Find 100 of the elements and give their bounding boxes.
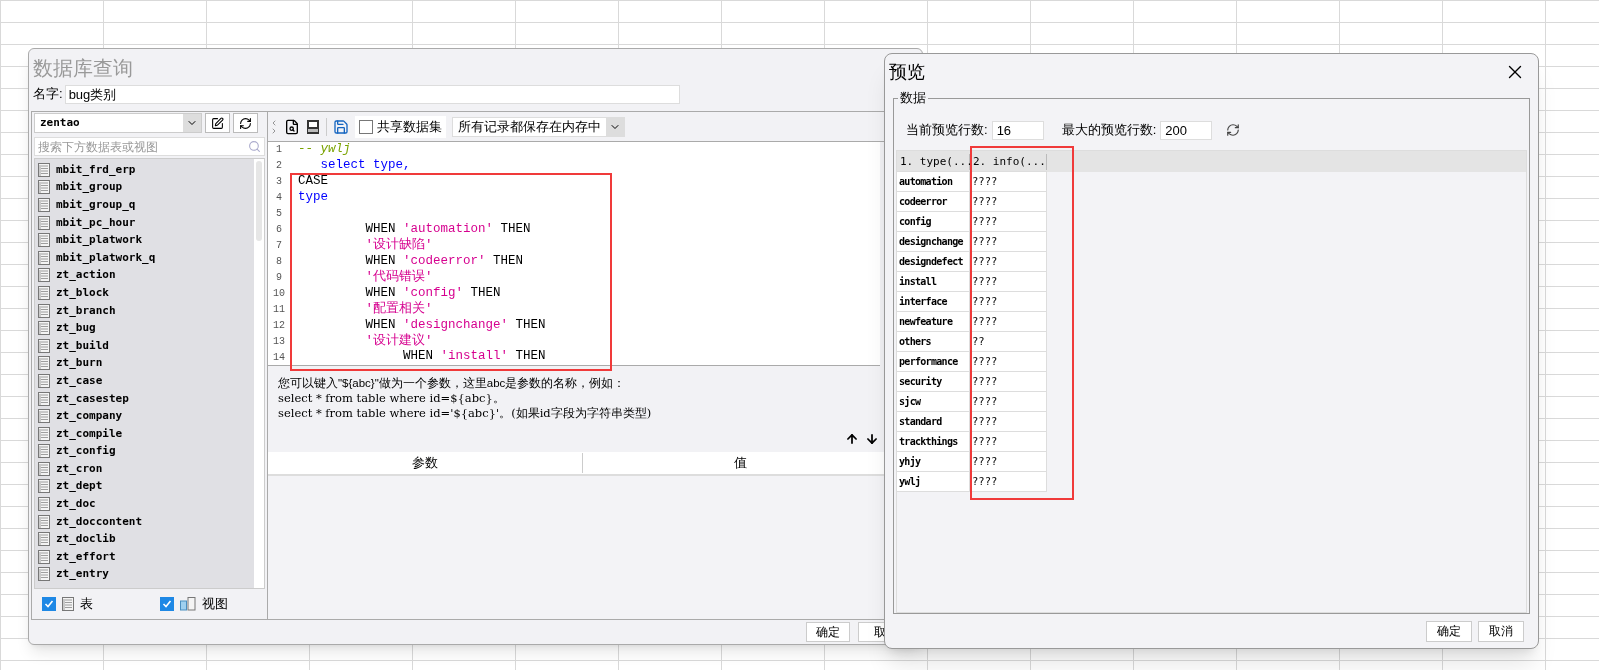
table-item[interactable]: zt_case	[56, 372, 103, 389]
edit-button[interactable]	[205, 113, 230, 133]
table-icon	[38, 532, 50, 547]
table-icon	[38, 514, 50, 529]
line-number: 9	[276, 271, 282, 285]
current-rows-field[interactable]: 16	[991, 120, 1044, 140]
table-item[interactable]: zt_compile	[56, 425, 123, 442]
line-number: 11	[273, 303, 285, 317]
table-item[interactable]: zt_block	[56, 284, 109, 301]
table-icon	[38, 444, 50, 459]
view-icon	[180, 597, 196, 611]
table-cell: install	[896, 271, 970, 292]
table-cell: newfeature	[896, 311, 970, 332]
code-line: CASE	[298, 175, 328, 189]
table-icon	[38, 479, 50, 494]
table-item[interactable]: mbit_frd_erp	[56, 161, 136, 178]
table-item[interactable]: zt_doccontent	[56, 513, 143, 530]
filter-checkbox[interactable]	[42, 597, 56, 611]
table-cell: sjcw	[896, 391, 970, 412]
table-item[interactable]: zt_doclib	[56, 531, 116, 548]
table-item[interactable]: zt_dept	[56, 478, 103, 495]
scroll-left-icon[interactable]	[270, 118, 278, 127]
table-icon	[38, 426, 50, 441]
move-up-icon[interactable]	[845, 432, 859, 446]
line-number: 14	[273, 351, 285, 365]
max-rows-field[interactable]: 200	[1160, 120, 1213, 140]
table-cell: designdefect	[896, 251, 970, 272]
name-label: 名字:	[33, 85, 63, 104]
table-icon	[38, 373, 50, 388]
refresh-icon	[239, 116, 252, 130]
code-editor[interactable]: 1 2 3 4 5 6 7 8 9 10 11 12 13 14 -- ywlj select type, CASE type WHEN 'automation' THEN '设计缺陷' WHEN 'codeerror' THEN '代码错误' WHEN 'config' THEN '配置相关' WHEN 'designchange' THEN '设计建议' WHEN 'install' THEN	[268, 142, 880, 366]
table-item[interactable]: zt_company	[56, 408, 123, 425]
table-icon	[38, 250, 50, 265]
line-number: 7	[276, 239, 282, 253]
sql-file-icon[interactable]	[306, 118, 320, 135]
table-item[interactable]: zt_entry	[56, 566, 109, 583]
group-label: 数据	[898, 90, 928, 106]
max-rows-label: 最大的预览行数:	[1061, 121, 1157, 140]
table-icon	[38, 285, 50, 300]
move-down-icon[interactable]	[865, 432, 879, 446]
ok-button[interactable]: 确定	[1426, 620, 1472, 642]
storage-dropdown[interactable]: 所有记录都保存在内存中	[452, 116, 625, 137]
table-icon	[38, 356, 50, 371]
table-cell: standard	[896, 411, 970, 432]
line-number: 6	[276, 223, 282, 237]
refresh-icon[interactable]	[1226, 123, 1241, 137]
table-icon	[38, 268, 50, 283]
code-line: WHEN 'automation' THEN	[364, 223, 531, 237]
scroll-right-icon[interactable]	[270, 126, 278, 135]
table-icon	[38, 567, 50, 582]
refresh-button[interactable]	[233, 113, 258, 133]
table-item[interactable]: zt_action	[56, 267, 116, 284]
window-title: 预览	[889, 60, 925, 84]
line-number: 4	[276, 191, 282, 205]
preview-icon[interactable]	[284, 118, 300, 135]
table-cell: trackthings	[896, 431, 970, 452]
search-field[interactable]: 搜索下方数据表或视图	[34, 137, 265, 156]
table-item[interactable]: zt_build	[56, 337, 109, 354]
table-item[interactable]: zt_burn	[56, 355, 103, 372]
table-icon	[38, 180, 50, 195]
table-cell: codeerror	[896, 191, 970, 212]
table-item[interactable]: mbit_group_q	[56, 197, 136, 213]
cancel-button[interactable]: 取消	[1478, 620, 1524, 642]
table-item[interactable]: mbit_platwork_q	[56, 249, 156, 266]
connection-dropdown[interactable]: zentao	[34, 113, 202, 133]
table-item[interactable]: mbit_platwork	[56, 232, 143, 249]
line-number: 10	[273, 287, 285, 301]
line-number: 3	[276, 175, 282, 189]
table-cell: designchange	[896, 231, 970, 252]
table-item[interactable]: mbit_pc_hour	[56, 214, 136, 231]
code-line: '代码错误'	[364, 270, 433, 284]
filter-checkbox[interactable]	[160, 597, 174, 611]
table-item[interactable]: zt_config	[56, 443, 116, 460]
name-field[interactable]: bug类别	[64, 84, 680, 104]
ok-button[interactable]: 确定	[806, 622, 850, 642]
table-cell: others	[896, 331, 970, 352]
search-icon	[248, 140, 261, 153]
table-cell: performance	[896, 351, 970, 372]
share-label: 共享数据集	[377, 117, 442, 136]
column-header: 值	[733, 454, 748, 473]
column-header[interactable]: 2. info(...	[970, 153, 1047, 170]
line-number: 5	[276, 207, 282, 221]
table-icon	[38, 198, 50, 212]
table-item[interactable]: zt_effort	[56, 548, 116, 565]
code-line: WHEN 'designchange' THEN	[364, 318, 546, 332]
code-line: -- ywlj	[298, 143, 351, 157]
table-item[interactable]: mbit_group	[56, 179, 123, 196]
table-item[interactable]: zt_cron	[56, 460, 103, 477]
table-icon	[38, 338, 50, 353]
table-cell: security	[896, 371, 970, 392]
table-icon	[62, 597, 74, 611]
table-item[interactable]: zt_bug	[56, 320, 96, 337]
table-icon	[38, 549, 50, 564]
table-item[interactable]: zt_branch	[56, 302, 116, 319]
window-title: 数据库查询	[33, 57, 133, 79]
share-checkbox[interactable]	[359, 119, 373, 134]
table-item[interactable]: zt_doc	[56, 496, 96, 513]
table-item[interactable]: zt_casestep	[56, 390, 129, 407]
line-number: 2	[276, 159, 282, 173]
save-icon[interactable]	[333, 118, 349, 135]
